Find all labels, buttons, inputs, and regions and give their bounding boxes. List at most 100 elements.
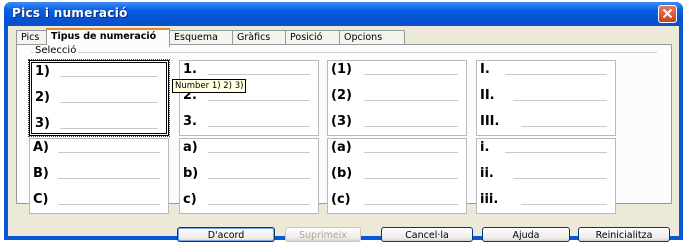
tab-label: Opcions — [344, 32, 383, 43]
numbering-label: b) — [183, 166, 199, 181]
numbering-option[interactable]: (a) (b) (c) — [327, 138, 467, 214]
numbering-row: c) — [180, 193, 318, 207]
numbering-option[interactable]: (1) (2) (3) — [327, 60, 467, 136]
delete-button[interactable]: Suprimeix — [285, 227, 361, 242]
help-button[interactable]: Ajuda — [482, 227, 570, 242]
numbering-row: (1) — [328, 63, 466, 77]
numbering-option[interactable]: A) B) C) — [29, 138, 169, 214]
numbering-label: (3) — [331, 114, 352, 129]
text-placeholder-line — [521, 204, 607, 205]
text-placeholder-line — [521, 126, 607, 127]
numbering-row: A) — [30, 141, 168, 155]
close-icon — [662, 8, 673, 19]
ok-button[interactable]: D'acord — [177, 227, 275, 242]
cancel-button[interactable]: Cancel·la — [381, 227, 473, 242]
text-placeholder-line — [513, 178, 607, 179]
numbering-row: I. — [477, 63, 615, 77]
tab-pics[interactable]: Pics — [16, 30, 48, 45]
numbering-option[interactable]: 1) 2) 3) — [28, 59, 170, 137]
close-button[interactable] — [658, 5, 677, 23]
numbering-option[interactable]: i. ii. iii. — [476, 138, 616, 214]
numbering-row: (c) — [328, 193, 466, 207]
text-placeholder-line — [208, 126, 310, 127]
text-placeholder-line — [208, 152, 310, 153]
numbering-label: A) — [33, 140, 50, 155]
tab-outline[interactable]: Esquema — [169, 30, 235, 45]
text-placeholder-line — [505, 74, 607, 75]
text-placeholder-line — [208, 100, 310, 101]
text-placeholder-line — [364, 204, 458, 205]
numbering-row: C) — [30, 193, 168, 207]
numbering-row: II. — [477, 89, 615, 103]
numbering-label: 1. — [183, 62, 197, 77]
numbering-label: (b) — [331, 166, 353, 181]
numbering-option[interactable]: a) b) c) — [179, 138, 319, 214]
tab-label: Posició — [290, 32, 323, 43]
text-placeholder-line — [58, 152, 160, 153]
tab-label: Pics — [21, 32, 40, 43]
text-placeholder-line — [364, 126, 458, 127]
numbering-row: 1. — [180, 63, 318, 77]
tab-label: Esquema — [174, 32, 218, 43]
tab-options[interactable]: Opcions — [339, 30, 405, 45]
numbering-row: b) — [180, 167, 318, 181]
numbering-label: ii. — [480, 166, 494, 181]
tab-graphics[interactable]: Gràfics — [232, 30, 286, 45]
text-placeholder-line — [208, 74, 310, 75]
numbering-row: B) — [30, 167, 168, 181]
text-placeholder-line — [505, 152, 607, 153]
text-placeholder-line — [364, 74, 458, 75]
numbering-label: 1) — [35, 64, 50, 79]
tab-position[interactable]: Posició — [285, 30, 341, 45]
text-placeholder-line — [513, 100, 607, 101]
text-placeholder-line — [208, 178, 310, 179]
numbering-option[interactable]: 1. 2. 3. — [179, 60, 319, 136]
group-divider — [31, 52, 657, 53]
numbering-label: C) — [33, 192, 49, 207]
numbering-label: B) — [33, 166, 49, 181]
numbering-label: 2) — [35, 90, 50, 105]
numbering-row: 3) — [32, 117, 166, 131]
numbering-row: ii. — [477, 167, 615, 181]
tab-label: Tipus de numeració — [51, 31, 157, 42]
text-placeholder-line — [364, 152, 458, 153]
numbering-row: 2) — [32, 91, 166, 105]
dialog-client: Pics Tipus de numeració Esquema Gràfics … — [8, 26, 679, 236]
numbering-label: i. — [480, 140, 490, 155]
window-title: Pics i numeració — [12, 6, 128, 20]
numbering-label: II. — [480, 88, 495, 103]
numbering-option[interactable]: I. II. III. — [476, 60, 616, 136]
text-placeholder-line — [58, 204, 160, 205]
numbering-label: (c) — [331, 192, 351, 207]
numbering-label: (2) — [331, 88, 352, 103]
numbering-row: 1) — [32, 65, 166, 79]
numbering-row: III. — [477, 115, 615, 129]
text-placeholder-line — [364, 178, 458, 179]
numbering-label: I. — [480, 62, 490, 77]
text-placeholder-line — [60, 102, 158, 103]
text-placeholder-line — [364, 100, 458, 101]
numbering-label: a) — [183, 140, 198, 155]
selection-group-label: Selecció — [33, 45, 79, 56]
numbering-row: a) — [180, 141, 318, 155]
numbering-label: c) — [183, 192, 197, 207]
numbering-row: 3. — [180, 115, 318, 129]
text-placeholder-line — [208, 204, 310, 205]
text-placeholder-line — [60, 128, 158, 129]
dialog-window: Pics i numeració Pics Tipus de numeració… — [4, 2, 683, 240]
numbering-row: (2) — [328, 89, 466, 103]
text-placeholder-line — [60, 76, 158, 77]
numbering-tooltip: Number 1) 2) 3) — [172, 79, 247, 93]
numbering-row: (b) — [328, 167, 466, 181]
numbering-label: (1) — [331, 62, 352, 77]
reset-button[interactable]: Reinicialitza — [578, 227, 670, 242]
title-bar[interactable]: Pics i numeració — [4, 2, 683, 26]
numbering-row: (3) — [328, 115, 466, 129]
numbering-row: i. — [477, 141, 615, 155]
numbering-label: III. — [480, 114, 500, 129]
numbering-label: 3) — [35, 116, 50, 131]
tab-label: Gràfics — [237, 32, 271, 43]
text-placeholder-line — [58, 178, 160, 179]
numbering-label: 3. — [183, 114, 197, 129]
numbering-row: iii. — [477, 193, 615, 207]
